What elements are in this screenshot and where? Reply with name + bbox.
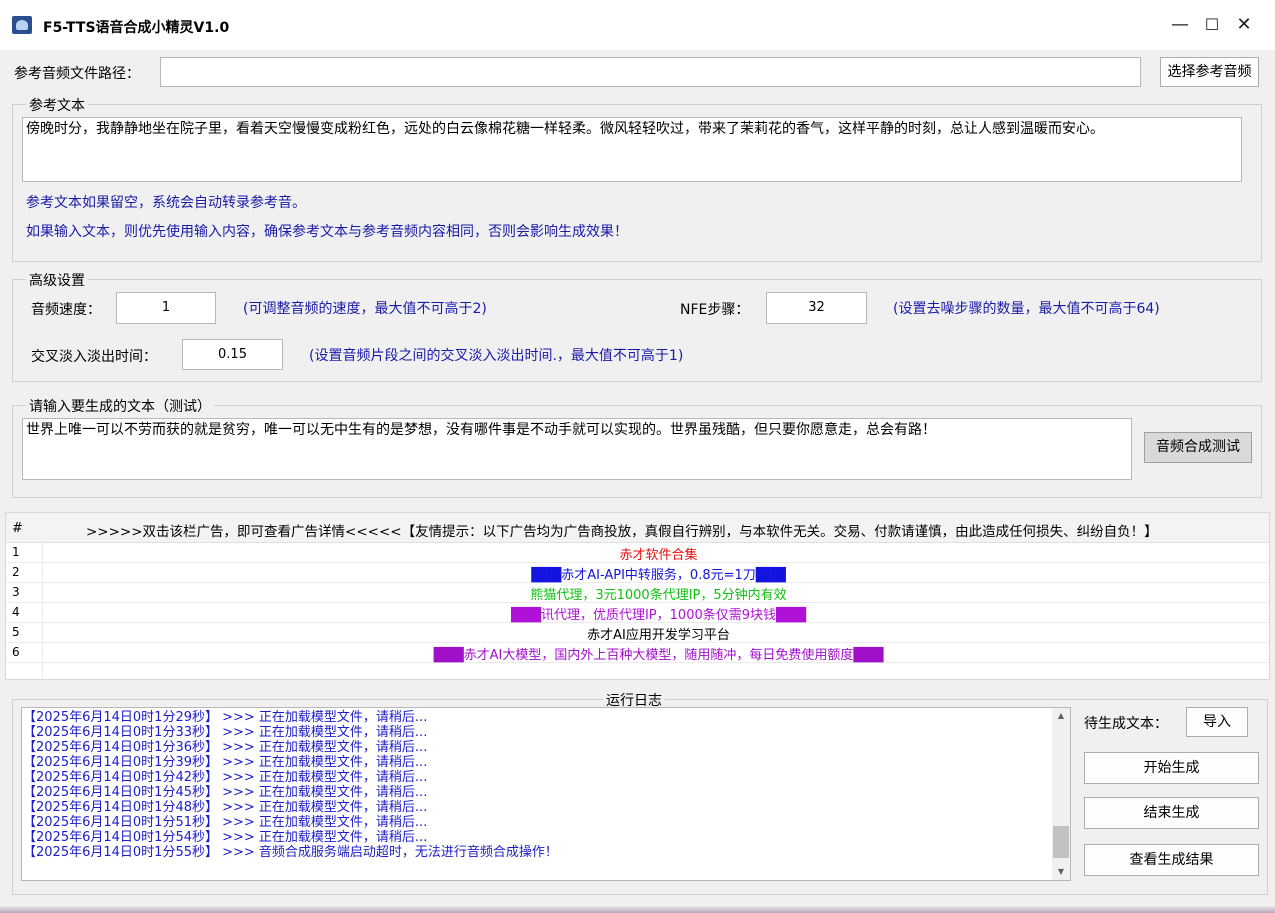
ad-row[interactable]: 5 赤才AI应用开发学习平台 [6, 623, 1269, 643]
window-bottom-edge [0, 906, 1275, 913]
ad-row[interactable]: 4 ███讯代理，优质代理IP，1000条仅需9块钱███ [6, 603, 1269, 623]
run-log-textarea[interactable]: 【2025年6月14日0时1分29秒】 >>> 正在加载模型文件，请稍后... … [21, 707, 1071, 881]
ad-list[interactable]: # >>>>>双击该栏广告，即可查看广告详情<<<<<【友情提示：以下广告均为广… [5, 512, 1270, 680]
scrollbar-thumb[interactable] [1053, 826, 1069, 858]
ref-text-hint-1: 参考文本如果留空，系统会自动转录参考音。 [26, 195, 306, 211]
log-line: 【2025年6月14日0时1分36秒】 >>> 正在加载模型文件，请稍后... [23, 740, 428, 755]
ad-row-text: ███赤才AI大模型，国内外上百种大模型，随用随冲，每日免费使用额度███ [433, 648, 884, 663]
speed-label: 音频速度： [31, 302, 101, 318]
log-line: 【2025年6月14日0时1分51秒】 >>> 正在加载模型文件，请稍后... [23, 815, 428, 830]
log-line: 【2025年6月14日0时1分54秒】 >>> 正在加载模型文件，请稍后... [23, 830, 428, 845]
ad-row-text: 赤才AI应用开发学习平台 [587, 628, 730, 643]
ad-row-index: 5 [12, 625, 20, 639]
ad-row-index: 4 [12, 605, 20, 619]
nfe-label: NFE步骤： [680, 302, 750, 318]
ad-row[interactable]: 1 赤才软件合集 [6, 543, 1269, 563]
ad-row-index: 2 [12, 565, 20, 579]
gen-text-legend: 请输入要生成的文本（测试） [26, 396, 214, 416]
title-bar: F5-TTS语音合成小精灵V1.0 — ☐ ✕ [0, 0, 1275, 50]
select-ref-audio-button[interactable]: 选择参考音频 [1160, 57, 1259, 87]
gen-text-input[interactable]: 世界上唯一可以不劳而获的就是贫穷，唯一可以无中生有的是梦想，没有哪件事是不动手就… [22, 418, 1132, 480]
advanced-settings-legend: 高级设置 [26, 270, 88, 290]
log-line: 【2025年6月14日0时1分55秒】 >>> 音频合成服务端启动超时，无法进行… [23, 845, 558, 860]
ad-row-text: 赤才软件合集 [619, 548, 698, 563]
app-icon [12, 16, 32, 34]
log-line: 【2025年6月14日0时1分39秒】 >>> 正在加载模型文件，请稍后... [23, 755, 428, 770]
crossfade-label: 交叉淡入淡出时间： [31, 349, 157, 365]
ad-row-index: 1 [12, 545, 20, 559]
ad-row-index: 6 [12, 645, 20, 659]
ref-text-input[interactable]: 傍晚时分，我静静地坐在院子里，看着天空慢慢变成粉红色，远处的白云像棉花糖一样轻柔… [22, 117, 1242, 182]
scroll-down-icon[interactable]: ▼ [1052, 864, 1070, 880]
ad-row[interactable]: 6 ███赤才AI大模型，国内外上百种大模型，随用随冲，每日免费使用额度███ [6, 643, 1269, 663]
ref-audio-label: 参考音频文件路径： [14, 66, 140, 82]
ad-row-text: ███赤才AI-API中转服务，0.8元=1刀███ [531, 568, 786, 583]
speed-hint: (可调整音频的速度，最大值不可高于2) [243, 301, 487, 317]
ad-row[interactable]: 2 ███赤才AI-API中转服务，0.8元=1刀███ [6, 563, 1269, 583]
ref-text-hint-2: 如果输入文本，则优先使用输入内容，确保参考文本与参考音频内容相同，否则会影响生成… [26, 224, 628, 240]
window-title: F5-TTS语音合成小精灵V1.0 [43, 20, 230, 36]
start-generate-button[interactable]: 开始生成 [1084, 752, 1259, 784]
ad-row-text: ███讯代理，优质代理IP，1000条仅需9块钱███ [510, 608, 806, 623]
log-line: 【2025年6月14日0时1分42秒】 >>> 正在加载模型文件，请稍后... [23, 770, 428, 785]
ad-list-header: # >>>>>双击该栏广告，即可查看广告详情<<<<<【友情提示：以下广告均为广… [6, 513, 1269, 543]
speed-input[interactable]: 1 [116, 292, 216, 324]
scroll-up-icon[interactable]: ▲ [1052, 708, 1070, 724]
ref-audio-path-input[interactable] [160, 57, 1141, 87]
log-line: 【2025年6月14日0时1分29秒】 >>> 正在加载模型文件，请稍后... [23, 710, 428, 725]
ad-row[interactable]: 3 熊猫代理，3元1000条代理IP，5分钟内有效 [6, 583, 1269, 603]
close-button[interactable]: ✕ [1233, 14, 1255, 36]
stop-generate-button[interactable]: 结束生成 [1084, 797, 1259, 829]
ad-row-index: 3 [12, 585, 20, 599]
ref-text-legend: 参考文本 [26, 95, 88, 115]
audio-synthesis-test-button[interactable]: 音频合成测试 [1144, 432, 1252, 463]
log-line: 【2025年6月14日0时1分33秒】 >>> 正在加载模型文件，请稍后... [23, 725, 428, 740]
ad-header-text: >>>>>双击该栏广告，即可查看广告详情<<<<<【友情提示：以下广告均为广告商… [86, 524, 1158, 540]
ad-row-text: 熊猫代理，3元1000条代理IP，5分钟内有效 [530, 588, 787, 603]
pending-text-label: 待生成文本： [1084, 716, 1168, 732]
crossfade-hint: (设置音频片段之间的交叉淡入淡出时间.，最大值不可高于1) [309, 348, 684, 364]
import-button[interactable]: 导入 [1186, 707, 1248, 737]
minimize-button[interactable]: — [1169, 14, 1191, 36]
view-results-button[interactable]: 查看生成结果 [1084, 844, 1259, 876]
maximize-button[interactable]: ☐ [1201, 14, 1223, 36]
log-line: 【2025年6月14日0时1分48秒】 >>> 正在加载模型文件，请稍后... [23, 800, 428, 815]
ad-index-column-header: # [12, 521, 23, 536]
nfe-hint: (设置去噪步骤的数量，最大值不可高于64) [893, 301, 1160, 317]
log-line: 【2025年6月14日0时1分45秒】 >>> 正在加载模型文件，请稍后... [23, 785, 428, 800]
nfe-steps-input[interactable]: 32 [766, 292, 867, 324]
log-scrollbar[interactable]: ▲ ▼ [1052, 708, 1070, 880]
crossfade-input[interactable]: 0.15 [182, 339, 283, 370]
